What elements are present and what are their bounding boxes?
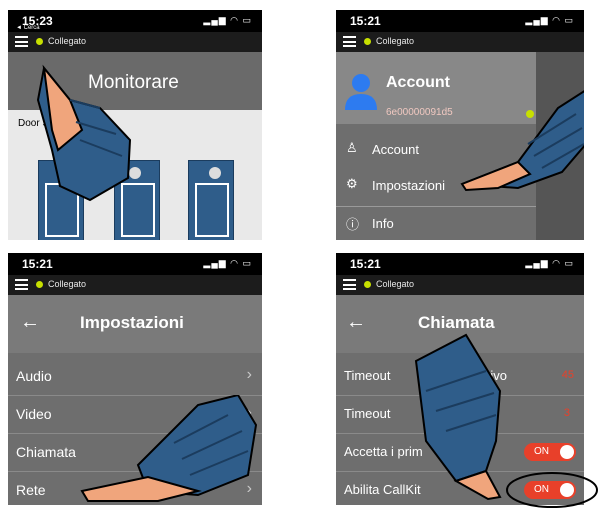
pointing-hand-icon <box>36 64 132 202</box>
connection-status-dot <box>36 38 43 45</box>
panel-settings: 15:21 ▂▄▆ ◠ ▭ Collegato ← Impostazioni A… <box>8 253 262 505</box>
door-station-device[interactable] <box>188 160 234 240</box>
back-to-search-link[interactable]: ◄ Cerca <box>16 25 40 31</box>
hamburger-menu-icon[interactable] <box>343 36 356 47</box>
pointing-hand-icon <box>414 333 502 501</box>
app-bar: Collegato <box>8 32 262 52</box>
pointing-hand-icon <box>80 395 258 502</box>
setting-value[interactable]: 3 <box>564 407 570 419</box>
page-header: ← Impostazioni <box>8 295 262 353</box>
settings-item-label: Video <box>16 406 52 422</box>
signal-wifi-battery-icon: ▂▄▆ ◠ ▭ <box>203 15 252 25</box>
menu-item-label: Impostazioni <box>372 178 445 193</box>
hamburger-menu-icon[interactable] <box>15 279 28 290</box>
info-icon: ⓘ <box>346 217 360 232</box>
signal-wifi-battery-icon: ▂▄▆ ◠ ▭ <box>525 258 574 268</box>
toggle-knob <box>560 445 574 459</box>
device-id: 6e00000091d5 <box>386 107 453 118</box>
panel-call-settings: 15:21 ▂▄▆ ◠ ▭ Collegato ← Chiamata Timeo… <box>336 253 584 505</box>
signal-wifi-battery-icon: ▂▄▆ ◠ ▭ <box>203 258 252 268</box>
connection-status-dot <box>364 281 371 288</box>
setting-label: Timeout <box>344 406 391 421</box>
toggle-label: ON <box>534 446 549 457</box>
status-bar: 15:21 ▂▄▆ ◠ ▭ <box>336 253 584 275</box>
highlight-ellipse <box>506 472 598 508</box>
connection-status-text: Collegato <box>376 279 415 289</box>
setting-label: Timeout <box>344 368 391 383</box>
menu-item-label: Account <box>372 142 419 157</box>
connection-status-text: Collegato <box>48 279 87 289</box>
hamburger-menu-icon[interactable] <box>15 36 28 47</box>
pointing-hand-icon <box>460 90 584 192</box>
back-arrow-icon[interactable]: ← <box>346 311 366 334</box>
status-time: 15:21 <box>350 257 381 271</box>
hamburger-menu-icon[interactable] <box>343 279 356 290</box>
status-bar: 15:21 ▂▄▆ ◠ ▭ <box>336 10 584 32</box>
settings-item-label: Rete <box>16 482 46 498</box>
toggle-switch[interactable]: ON <box>524 443 576 461</box>
settings-icon: ⚙ <box>346 176 358 191</box>
panel-side-menu: 15:21 ▂▄▆ ◠ ▭ Collegato Account 6e000000… <box>336 10 584 240</box>
signal-wifi-battery-icon: ▂▄▆ ◠ ▭ <box>525 15 574 25</box>
app-bar: Collegato <box>336 32 584 52</box>
settings-item-label: Audio <box>16 368 52 384</box>
person-icon: ♙ <box>346 140 358 155</box>
settings-item-label: Chiamata <box>16 444 76 460</box>
menu-item-label: Info <box>372 216 394 231</box>
connection-status-dot <box>364 38 371 45</box>
setting-value[interactable]: 45 <box>562 369 574 381</box>
settings-item-audio[interactable]: Audio › <box>8 357 262 396</box>
panel-monitor: 15:23 ◄ Cerca ▂▄▆ ◠ ▭ Collegato Monitora… <box>8 10 262 240</box>
back-arrow-icon[interactable]: ← <box>20 311 40 334</box>
page-title: Chiamata <box>418 313 495 332</box>
connection-status-text: Collegato <box>376 36 415 46</box>
account-title: Account <box>386 74 450 91</box>
status-bar: 15:23 ◄ Cerca ▂▄▆ ◠ ▭ <box>8 10 262 32</box>
connection-status-dot <box>36 281 43 288</box>
connection-status-text: Collegato <box>48 36 87 46</box>
status-bar: 15:21 ▂▄▆ ◠ ▭ <box>8 253 262 275</box>
avatar-icon <box>345 74 377 110</box>
app-bar: Collegato <box>336 275 584 295</box>
status-time: 15:21 <box>350 14 381 28</box>
chevron-right-icon: › <box>246 366 252 383</box>
status-time: 15:21 <box>22 257 53 271</box>
app-bar: Collegato <box>8 275 262 295</box>
page-title: Impostazioni <box>80 313 184 332</box>
menu-item-info[interactable]: ⓘ Info <box>336 210 536 240</box>
